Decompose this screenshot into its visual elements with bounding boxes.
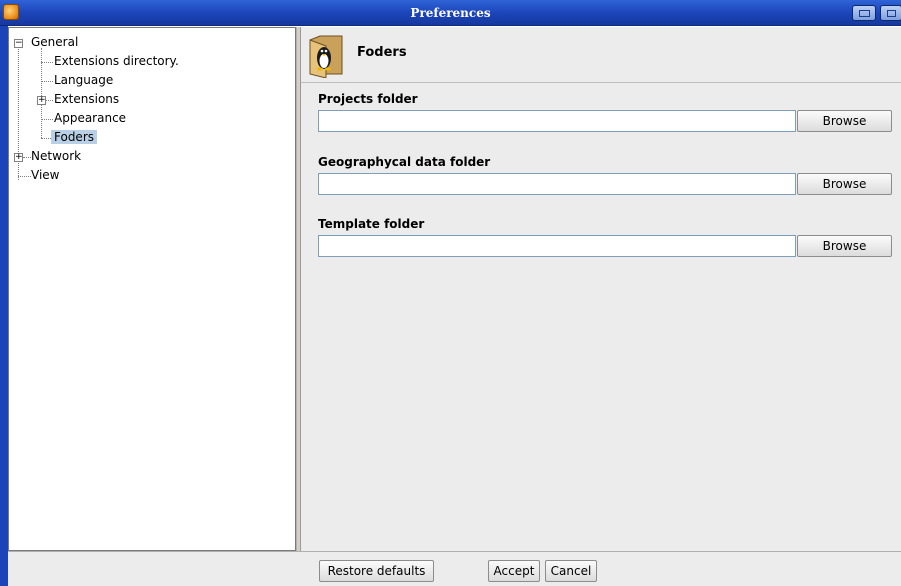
expand-toggle-icon[interactable]: + [37,96,46,105]
restore-window-button[interactable] [852,5,876,21]
accept-button[interactable]: Accept [488,560,540,582]
tree-item-label: Extensions [54,92,120,106]
geographical-data-folder-label: Geographycal data folder [318,155,491,169]
tree-item-label: Extensions directory. [54,54,179,68]
page-title: Foders [357,45,407,60]
projects-folder-label: Projects folder [318,92,418,106]
template-folder-browse-button[interactable]: Browse [797,235,892,257]
tree-item-label: Network [31,149,82,163]
template-folder-input[interactable] [318,235,796,257]
folder-penguin-icon [309,35,343,78]
cancel-button[interactable]: Cancel [545,560,597,582]
expand-toggle-icon[interactable]: + [14,153,23,162]
template-folder-label: Template folder [318,217,425,231]
dialog-button-bar: Restore defaults Accept Cancel [8,551,901,586]
tree-item-extensions-directory[interactable]: Extensions directory. [51,52,182,71]
tree-item-view[interactable]: View [28,166,62,185]
tree-item-foders[interactable]: Foders [51,128,98,147]
tree-item-label: Language [54,73,114,87]
tree-item-label: Foders [51,130,98,144]
settings-panel: Foders Projects folder Browse Geographyc… [300,27,901,551]
tree-item-network[interactable]: Network [28,147,84,166]
tree-item-general[interactable]: General [28,33,81,52]
projects-folder-input[interactable] [318,110,796,132]
tree-item-language[interactable]: Language [51,71,116,90]
geographical-data-folder-input[interactable] [318,173,796,195]
tree-item-appearance[interactable]: Appearance [51,109,129,128]
close-icon [887,10,896,17]
geographical-data-folder-browse-button[interactable]: Browse [797,173,892,195]
tree-item-label: View [31,168,60,182]
close-window-button[interactable] [880,5,901,21]
title-bar[interactable]: Preferences [0,0,901,26]
window-frame [0,26,8,586]
tree-item-label: Appearance [54,111,127,125]
tree-item-label: General [31,35,79,49]
page-header: Foders [301,27,901,83]
collapse-toggle-icon[interactable]: − [14,39,23,48]
restore-icon [859,10,870,17]
preferences-tree[interactable]: − General Extensions directory. Language… [8,27,296,551]
window-title: Preferences [410,6,491,20]
restore-defaults-button[interactable]: Restore defaults [319,560,434,582]
projects-folder-browse-button[interactable]: Browse [797,110,892,132]
tree-item-extensions[interactable]: Extensions [51,90,122,109]
